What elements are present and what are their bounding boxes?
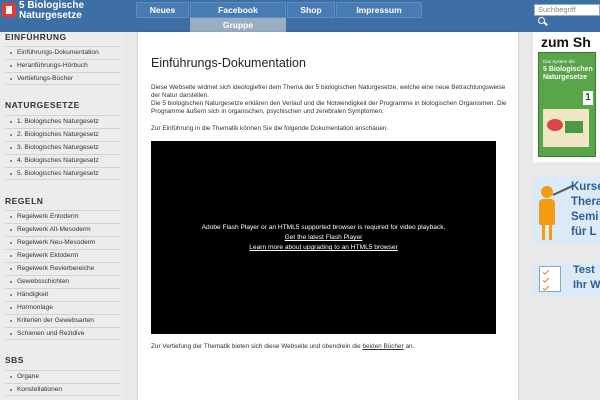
book-cover-image: Das System der 5 Biologischen Naturgeset… xyxy=(538,52,596,157)
sidebar-item[interactable]: Hormonlage xyxy=(5,301,120,314)
sidebar-item[interactable]: Kriterien der Gewebsarten xyxy=(5,314,120,327)
sidebar-item[interactable]: Einführungs-Dokumentation xyxy=(5,46,120,59)
main-content: Einführungs-Dokumentation Diese Webseite… xyxy=(138,32,518,400)
sidebar-item[interactable]: Vertiefungs-Bücher xyxy=(5,72,120,85)
presenter-icon xyxy=(541,186,553,198)
check-mark-icon xyxy=(542,276,550,283)
sidebar-heading-naturgesetze: NATURGESETZE xyxy=(5,100,80,110)
test-ad-banner[interactable]: Test Ihr W xyxy=(533,262,600,296)
footer-paragraph: Zur Vertiefung der Thematik bieten sich … xyxy=(151,343,414,350)
shop-ad-banner[interactable]: zum Sh Das System der 5 Biologischen Nat… xyxy=(533,32,600,162)
courses-ad-text: Kurse Thera Semi für L xyxy=(571,180,600,240)
sidebar-item[interactable]: 1. Biologisches Naturgesetz xyxy=(5,115,120,128)
books-link[interactable]: beiden Bücher xyxy=(363,343,404,350)
sidebar-item[interactable]: 5. Biologisches Naturgesetz xyxy=(5,167,120,180)
footer-text: Zur Vertiefung der Thematik bieten sich … xyxy=(151,343,363,350)
sidebar-list-einfuehrung: Einführungs-Dokumentation Heranführungs-… xyxy=(5,46,120,85)
nav-impressum[interactable]: Impressum xyxy=(336,2,422,18)
presenter-body xyxy=(539,199,555,225)
courses-ad-banner[interactable]: Kurse Thera Semi für L xyxy=(533,176,600,244)
book-small-text: Das System der xyxy=(543,59,576,64)
courses-ad-line: für L xyxy=(571,226,597,238)
main-nav: Neues Facebook Shop Impressum xyxy=(136,2,423,18)
checklist-icon xyxy=(539,266,561,292)
test-ad-line: Test xyxy=(573,264,595,276)
sidebar-heading-sbs: SBS xyxy=(5,355,24,365)
intro-paragraph-1: Diese Webseite widmet sich ideologiefrei… xyxy=(151,84,506,100)
sidebar-item[interactable]: Regelwerk Neu-Mesoderm xyxy=(5,236,120,249)
footer-suffix: an. xyxy=(403,343,415,350)
sidebar-item[interactable]: Gewebsschichten xyxy=(5,275,120,288)
courses-ad-line: Semi xyxy=(571,211,599,223)
check-mark-icon xyxy=(542,268,550,275)
nav-neues[interactable]: Neues xyxy=(136,2,189,18)
intro-paragraph-2: Die 5 biologischen Naturgesetze erklären… xyxy=(151,100,507,116)
book-volume-badge: 1 xyxy=(583,91,593,105)
video-player[interactable]: Adobe Flash Player or an HTML5 supported… xyxy=(151,141,496,334)
sidebar-item[interactable]: Organe xyxy=(5,370,120,383)
sidebar-item[interactable]: 3. Biologisches Naturgesetz xyxy=(5,141,120,154)
sidebar-item[interactable]: Händigkeit xyxy=(5,288,120,301)
sidebar-item[interactable]: Regelwerk Revierbereiche xyxy=(5,262,120,275)
presenter-legs xyxy=(542,224,552,240)
nav-shop[interactable]: Shop xyxy=(287,2,335,18)
sidebar-item[interactable]: Regelwerk Alt-Mesoderm xyxy=(5,223,120,236)
sidebar-heading-regeln: REGELN xyxy=(5,196,44,206)
courses-ad-line: Kurse xyxy=(571,181,600,193)
check-mark-icon xyxy=(542,284,550,291)
shop-ad-title: zum Sh xyxy=(541,34,591,50)
video-fallback-message: Adobe Flash Player or an HTML5 supported… xyxy=(201,224,446,231)
nav-facebook[interactable]: Facebook xyxy=(190,2,286,18)
sidebar-item[interactable]: Konstellationen xyxy=(5,383,120,396)
logo-text-line2: Naturgesetze xyxy=(19,10,82,21)
book-title: 5 Biologischen Naturgesetze xyxy=(543,66,593,81)
search-icon[interactable] xyxy=(538,17,545,24)
sidebar-list-sbs: Organe Konstellationen xyxy=(5,370,120,396)
sidebar: EINFÜHRUNG Einführungs-Dokumentation Her… xyxy=(0,32,124,400)
html5-upgrade-link[interactable]: Learn more about upgrading to an HTML5 b… xyxy=(151,243,496,253)
nav-sub-gruppe[interactable]: Gruppe xyxy=(190,18,286,32)
video-fallback: Adobe Flash Player or an HTML5 supported… xyxy=(151,223,496,253)
sidebar-list-naturgesetze: 1. Biologisches Naturgesetz 2. Biologisc… xyxy=(5,115,120,180)
page-title: Einführungs-Dokumentation xyxy=(151,56,306,70)
test-ad-text: Test Ihr W xyxy=(573,263,600,293)
sidebar-item[interactable]: 4. Biologisches Naturgesetz xyxy=(5,154,120,167)
search-input[interactable]: Suchbegriff xyxy=(534,4,600,16)
site-logo[interactable]: 5 Biologische Naturgesetze xyxy=(0,0,122,24)
sidebar-item[interactable]: Regelwerk Entoderm xyxy=(5,210,120,223)
sidebar-list-regeln: Regelwerk Entoderm Regelwerk Alt-Mesoder… xyxy=(5,210,120,340)
sidebar-item[interactable]: Heranführungs-Hörbuch xyxy=(5,59,120,72)
sidebar-heading-einfuehrung: EINFÜHRUNG xyxy=(5,32,67,42)
intro-paragraph-3: Zur Einführung in die Thematik können Si… xyxy=(151,125,389,132)
sidebar-item[interactable]: Schienen und Rezidive xyxy=(5,327,120,340)
logo-icon xyxy=(2,3,16,17)
flash-player-link[interactable]: Get the latest Flash Player xyxy=(151,233,496,243)
test-ad-line: Ihr W xyxy=(573,279,600,291)
sidebar-item[interactable]: Regelwerk Ektoderm xyxy=(5,249,120,262)
courses-ad-line: Thera xyxy=(571,196,600,208)
book-cover-graphic xyxy=(543,109,589,147)
sidebar-item[interactable]: 2. Biologisches Naturgesetz xyxy=(5,128,120,141)
